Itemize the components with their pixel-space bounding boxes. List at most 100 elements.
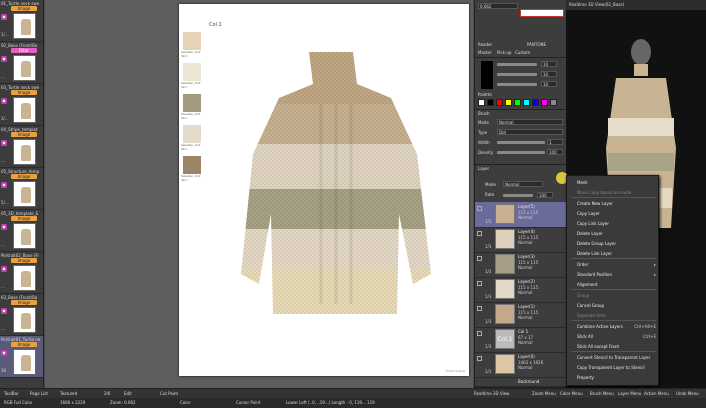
layer-row[interactable]: Layer(0) 1463 x 1926 Normal 1/3	[475, 352, 567, 378]
context-menu-item[interactable]: Delete Layer	[567, 229, 660, 238]
palette-color-cell[interactable]	[541, 99, 548, 106]
context-menu-item[interactable]: Convert Stencil to Transparent Layer	[567, 353, 660, 362]
context-menu-item[interactable]: Standard Position ▸	[567, 270, 660, 279]
brush-type-select[interactable]: Dot	[497, 129, 563, 135]
visibility-toggle[interactable]	[477, 231, 482, 236]
page-type-icon: ◆	[1, 266, 7, 272]
context-menu-item[interactable]: Copy Layer	[567, 209, 660, 218]
palette-color-cell[interactable]	[514, 99, 521, 106]
menu-item-label: Alignment	[577, 282, 598, 287]
page-list-item[interactable]: 04_Stripe_templat Image ◆...	[0, 126, 43, 168]
visibility-toggle[interactable]	[477, 256, 482, 261]
brush-title: Brush	[478, 111, 490, 116]
context-menu-item[interactable]: Combine Active Layers Ctrl+Alt+E	[567, 322, 660, 331]
page-list-item[interactable]: 05_Structure_temp Image ◆ 5/...	[0, 168, 43, 210]
color-value-field[interactable]: 0.662	[478, 3, 518, 9]
context-menu-item[interactable]: Cancel Group	[567, 301, 660, 310]
layer-row[interactable]: Layer(2) 115 x 115 Normal 1/3	[475, 277, 567, 303]
context-menu-item[interactable]: Order ▸	[567, 260, 660, 269]
context-menu-item[interactable]: Create New Layer	[567, 199, 660, 208]
visibility-toggle[interactable]	[477, 306, 482, 311]
layer-row[interactable]: Layer(3) 115 x 115 Normal 1/3	[475, 252, 567, 278]
context-menu-item[interactable]: Group	[567, 291, 660, 300]
context-menu-item[interactable]: Move Copy based on mode	[567, 188, 660, 197]
page-thumbnail	[13, 181, 36, 207]
slider-2[interactable]	[497, 73, 537, 76]
yarn-swatch	[183, 32, 201, 50]
page-footer: ©CLO Virtual	[445, 369, 465, 373]
context-menu-item[interactable]: Mesh	[567, 178, 660, 187]
layer-row[interactable]: Layer(4) 115 x 115 Normal 1/3	[475, 227, 567, 253]
current-color-swatch[interactable]	[520, 9, 564, 17]
canvas-area[interactable]: Col.1 Sweater_knit Yarn Sweater_knit Yarn…	[45, 0, 473, 388]
brush-width-slider[interactable]	[497, 141, 545, 144]
brush-width-label: Width	[478, 140, 490, 145]
page-type-badge: Image	[11, 6, 37, 11]
yarn-swatch	[183, 63, 201, 81]
layer-mode: Normal	[518, 215, 533, 220]
menu-item-label: Delete Layer	[577, 231, 603, 236]
visibility-toggle[interactable]	[477, 356, 482, 361]
menu-item-shortcut: Ctrl+Alt+E	[634, 324, 656, 329]
layer-thumbnail	[495, 279, 515, 299]
layer-page-count: 1/3	[485, 269, 492, 274]
color-reader-tab[interactable]: Reader	[478, 42, 492, 47]
brush-density-value[interactable]: 100	[547, 149, 563, 155]
slider-1[interactable]	[497, 63, 537, 66]
color-subtab-pickup[interactable]: Pick-up	[497, 50, 511, 55]
page-type-badge: Image	[11, 216, 37, 221]
layer-rate-slider[interactable]	[503, 194, 533, 197]
slider-2-value[interactable]: 10	[541, 71, 557, 77]
layer-row[interactable]: Col.1 Col 1 67 x 17 Normal 1/3	[475, 327, 567, 353]
palette-color-cell[interactable]	[496, 99, 503, 106]
layer-title: Layer	[478, 166, 490, 171]
layer-row[interactable]: Layer(5) 115 x 115 Normal 1/3	[475, 202, 567, 228]
context-menu-item[interactable]: Stick All except Front	[567, 342, 660, 351]
brush-density-label: Density	[478, 150, 494, 155]
yarn-swatch-label: Sweater_knit Yarn	[181, 81, 201, 89]
color-subtab-custom[interactable]: Custom	[515, 50, 530, 55]
color-mode-label[interactable]: PANTONE	[527, 42, 546, 47]
page-list-item[interactable]: 01_Turtle neck swe Image ◆ 1/...	[0, 0, 43, 42]
palette-color-cell[interactable]	[550, 99, 557, 106]
context-menu-item[interactable]: Delete Link Layer	[567, 249, 660, 258]
palette-color-cell[interactable]	[523, 99, 530, 106]
slider-3-value[interactable]: 10	[541, 81, 557, 87]
context-menu-item[interactable]: Stick All Ctrl+E	[567, 332, 660, 341]
status-bar: RGB Full Color 1666 x 2229 Zoom: 0.662 Colo…	[0, 398, 706, 408]
visibility-toggle[interactable]	[477, 206, 482, 211]
layer-rate-value[interactable]: 100	[537, 192, 553, 198]
visibility-toggle[interactable]	[477, 281, 482, 286]
context-menu-item[interactable]: Copy Transparent Layer to Stencil	[567, 363, 660, 372]
page-type-icon: ◆	[1, 98, 7, 104]
slider-1-value[interactable]: 10	[541, 61, 557, 67]
context-menu-item[interactable]: Delete Group Layer	[567, 239, 660, 248]
page-list-item[interactable]: Portrait01_Turtle ne Image ◆ 38	[0, 336, 43, 378]
visibility-toggle[interactable]	[477, 331, 482, 336]
context-menu-item[interactable]: Separate Item	[567, 311, 660, 320]
brush-mode-select[interactable]: Normal	[497, 119, 563, 125]
context-menu-item[interactable]: Copy Link Layer	[567, 219, 660, 228]
palette-color-cell[interactable]	[532, 99, 539, 106]
brush-width-value[interactable]: 1	[547, 139, 563, 145]
slider-3[interactable]	[497, 83, 537, 86]
palette-color-cell[interactable]	[478, 99, 485, 106]
context-menu-item[interactable]: Alignment	[567, 280, 660, 289]
background-layer-row[interactable]: Backround	[475, 377, 567, 387]
palette-color-cell[interactable]	[487, 99, 494, 106]
document-page[interactable]: Col.1 Sweater_knit Yarn Sweater_knit Yarn…	[179, 4, 469, 376]
layer-row[interactable]: Layer(1) 115 x 115 Normal 1/3	[475, 302, 567, 328]
layer-mode-select[interactable]: Normal	[503, 181, 543, 187]
page-list-item[interactable]: 03_Turtle neck swe Image ◆ 3/...	[0, 84, 43, 126]
context-menu-item[interactable]: Property	[567, 373, 660, 382]
yarn-swatch-label: Sweater_knit Yarn	[181, 174, 201, 182]
page-list-item[interactable]: 03_Base (Front/Ba Image ◆...	[0, 294, 43, 336]
palette-color-cell[interactable]	[505, 99, 512, 106]
page-list-item[interactable]: 05_3D_template_E Image ◆...	[0, 210, 43, 252]
brush-density-slider[interactable]	[497, 151, 545, 154]
page-list-item[interactable]: 02_Base (Front/Ba Filter ◆...	[0, 42, 43, 84]
background-layer-name: Backround	[518, 379, 540, 384]
color-subtab-master[interactable]: Master	[478, 50, 492, 55]
page-list-item[interactable]: Portrait02_Base (Fr Image ◆...	[0, 252, 43, 294]
layer-thumbnail	[495, 354, 515, 374]
